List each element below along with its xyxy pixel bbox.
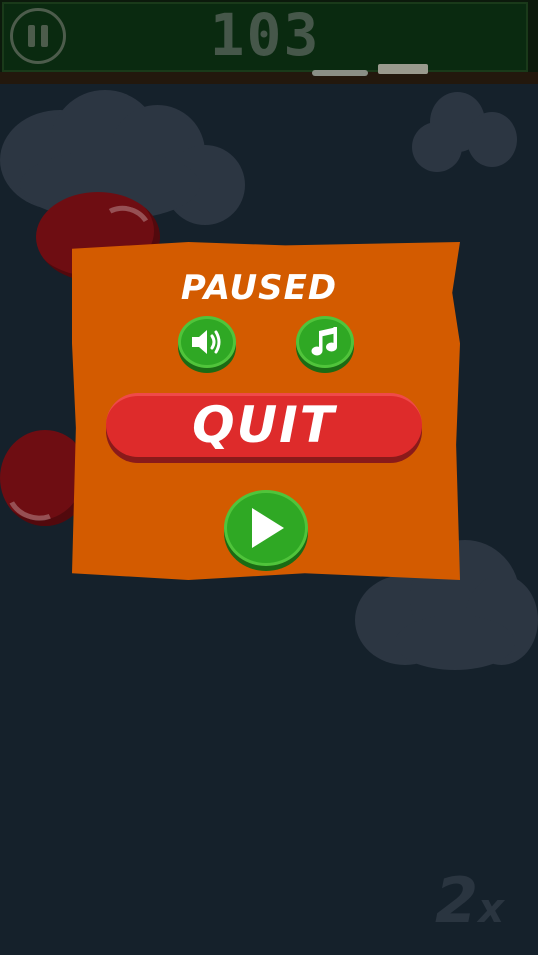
score-display: 103 <box>209 1 321 69</box>
cloud <box>412 92 522 172</box>
chalk-ledge <box>0 72 538 84</box>
chalk-piece <box>378 64 428 74</box>
music-note-icon <box>311 327 337 356</box>
multiplier-value: 2 <box>435 864 479 937</box>
pause-icon <box>41 25 48 47</box>
pause-title: PAUSED <box>180 268 338 308</box>
music-toggle-button[interactable] <box>296 316 354 368</box>
chalk-piece <box>312 70 368 76</box>
multiplier-suffix: x <box>478 886 504 932</box>
sound-toggle-button[interactable] <box>178 316 236 368</box>
resume-button[interactable] <box>224 490 308 566</box>
pause-button[interactable] <box>10 8 66 64</box>
speaker-icon <box>192 330 221 354</box>
pause-icon <box>28 25 35 47</box>
play-icon <box>252 508 284 548</box>
score-multiplier: 2x <box>435 864 504 937</box>
quit-button[interactable]: QUIT <box>106 393 422 457</box>
